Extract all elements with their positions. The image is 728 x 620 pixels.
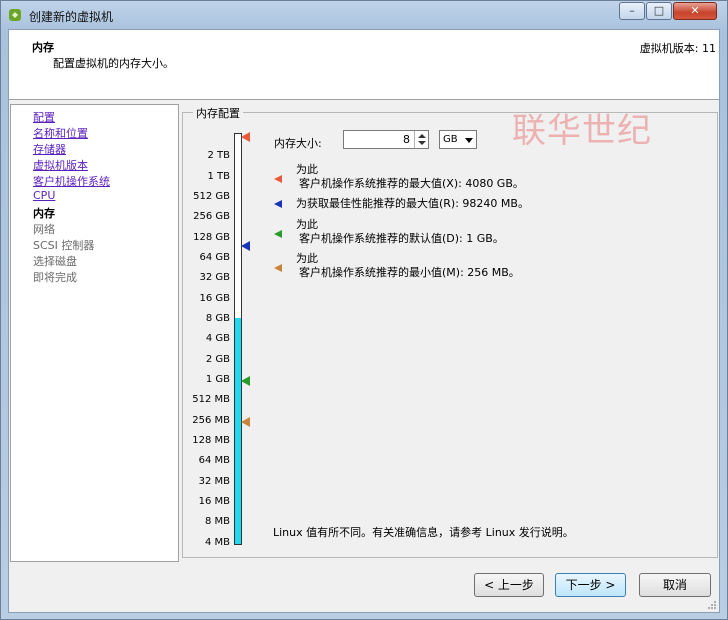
memory-config-group-title: 内存配置 [193,105,243,121]
nav-step-guest-os[interactable]: 客户机操作系统 [33,173,110,189]
nav-step-ready: 即将完成 [33,271,77,284]
memory-size-spinner[interactable] [414,131,429,148]
window-title: 创建新的虚拟机 [29,10,114,24]
wizard-window: 创建新的虚拟机 – □ ✕ 内存 配置虚拟机的内存大小。 虚拟机版本: 11 配… [0,0,728,620]
scale-label: 4 MB [204,537,230,548]
nav-step-select-disk: 选择磁盘 [33,255,77,268]
scale-label: 64 MB [198,455,230,466]
default-marker [241,376,250,386]
back-button[interactable]: < 上一步 [474,573,544,597]
minimize-button[interactable]: – [619,2,645,20]
legend-default-text: 客户机操作系统推荐的默认值(D): 1 GB。 [299,232,504,245]
next-button[interactable]: 下一步 > [555,573,626,597]
vsphere-app-icon [9,9,21,21]
dropdown-arrow-icon[interactable] [465,138,473,143]
scale-label: 128 GB [193,232,230,243]
nav-step-config[interactable]: 配置 [33,109,55,125]
cancel-button[interactable]: 取消 [639,573,711,597]
close-button[interactable]: ✕ [673,2,717,20]
scale-label: 512 MB [192,394,230,405]
legend-green-marker-icon [274,230,282,238]
linux-note: Linux 值有所不同。有关准确信息，请参考 Linux 发行说明。 [273,526,574,539]
nav-step-storage[interactable]: 存储器 [33,141,66,157]
page-subtitle: 配置虚拟机的内存大小。 [53,57,174,70]
wizard-client-area: 内存 配置虚拟机的内存大小。 虚拟机版本: 11 配置 名称和位置 存储器 虚拟… [8,29,720,613]
nav-step-scsi-controller: SCSI 控制器 [33,239,95,252]
scale-label: 16 MB [198,496,230,507]
nav-step-name-location[interactable]: 名称和位置 [33,125,88,141]
wizard-step-nav: 配置 名称和位置 存储器 虚拟机版本 客户机操作系统 CPU 内存 网络 SCS… [10,104,179,562]
scale-label: 32 GB [199,272,230,283]
legend-blue-marker-icon [274,200,282,208]
vm-version-label: 虚拟机版本: 11 [639,42,716,55]
watermark-text: 联华世纪 [512,111,652,151]
best-performance-marker [241,241,250,251]
scale-label: 8 GB [205,313,230,324]
scale-label: 1 GB [205,374,230,385]
title-bar[interactable]: 创建新的虚拟机 – □ ✕ [1,1,727,29]
spin-up-icon[interactable] [418,134,426,138]
scale-label: 256 MB [192,415,230,426]
nav-step-network: 网络 [33,223,55,236]
memory-slider-fill [235,318,241,544]
memory-unit-value: GB [443,134,458,145]
memory-unit-select[interactable]: GB [439,130,477,149]
resize-grip-icon[interactable] [707,600,717,610]
scale-label: 64 GB [199,252,230,263]
memory-size-label: 内存大小: [274,137,322,150]
scale-label: 2 GB [205,354,230,365]
legend-min-text: 客户机操作系统推荐的最小值(M): 256 MB。 [299,266,520,279]
maximize-button[interactable]: □ [646,2,672,20]
nav-step-cpu[interactable]: CPU [33,189,55,202]
page-title: 内存 [32,41,54,54]
scale-label: 16 GB [199,293,230,304]
scale-label: 32 MB [198,476,230,487]
wizard-header: 内存 配置虚拟机的内存大小。 虚拟机版本: 11 [9,30,719,100]
scale-label: 2 TB [207,150,230,161]
spin-down-icon[interactable] [418,141,426,145]
legend-best-performance-text: 为获取最佳性能推荐的最大值(R): 98240 MB。 [296,197,529,210]
scale-label: 4 GB [205,333,230,344]
nav-step-memory: 内存 [33,207,55,220]
scale-label: 256 GB [193,211,230,222]
scale-label: 128 MB [192,435,230,446]
legend-max-text: 客户机操作系统推荐的最大值(X): 4080 GB。 [299,177,524,190]
scale-label: 512 GB [193,191,230,202]
nav-step-vm-version[interactable]: 虚拟机版本 [33,157,88,173]
max-recommended-marker [241,132,250,142]
scale-label: 1 TB [207,171,230,182]
min-recommended-marker [241,417,250,427]
scale-label: 8 MB [204,516,230,527]
legend-red-marker-icon [274,175,282,183]
legend-orange-marker-icon [274,264,282,272]
